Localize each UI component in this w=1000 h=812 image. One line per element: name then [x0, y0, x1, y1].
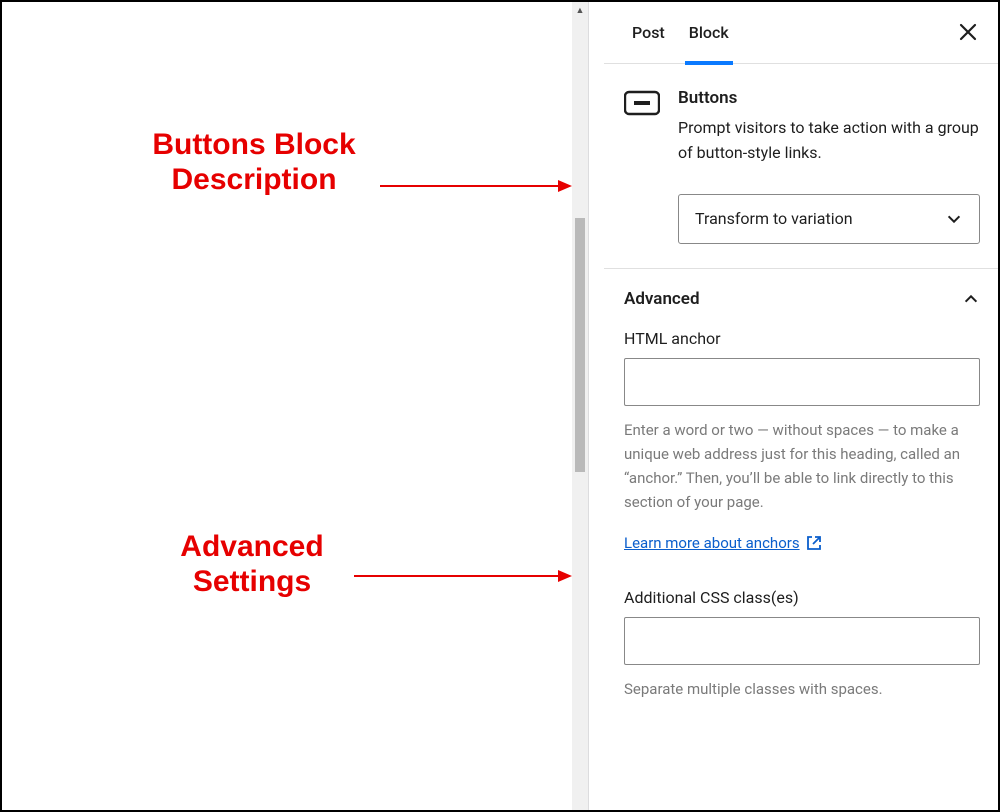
scrollbar-thumb[interactable] [575, 218, 585, 472]
block-card: Buttons Prompt visitors to take action w… [604, 64, 1000, 269]
close-sidebar-button[interactable] [956, 20, 980, 44]
css-classes-input[interactable] [624, 617, 980, 665]
chevron-down-icon [945, 210, 963, 228]
app-frame: ▲ Post Block Buttons Prompt visitors to … [0, 0, 1000, 812]
advanced-heading: Advanced [624, 289, 700, 309]
chevron-up-icon [962, 290, 980, 308]
scroll-up-arrow-icon[interactable]: ▲ [572, 2, 588, 18]
html-anchor-label: HTML anchor [624, 329, 980, 348]
block-title: Buttons [678, 88, 980, 108]
block-description: Prompt visitors to take action with a gr… [678, 116, 980, 166]
html-anchor-input[interactable] [624, 358, 980, 406]
learn-more-anchors-text: Learn more about anchors [624, 534, 800, 552]
tab-post[interactable]: Post [620, 2, 677, 64]
editor-canvas [2, 2, 572, 810]
css-classes-help: Separate multiple classes with spaces. [624, 677, 980, 701]
learn-more-anchors-link[interactable]: Learn more about anchors [624, 534, 822, 552]
block-card-header: Buttons Prompt visitors to take action w… [624, 88, 980, 166]
transform-variation-label: Transform to variation [695, 209, 853, 228]
css-classes-field: Additional CSS class(es) Separate multip… [624, 588, 980, 701]
css-classes-label: Additional CSS class(es) [624, 588, 980, 607]
advanced-panel: Advanced HTML anchor Enter a word or two… [604, 269, 1000, 721]
buttons-block-icon [624, 90, 660, 116]
vertical-scrollbar[interactable]: ▲ [572, 2, 588, 810]
html-anchor-help: Enter a word or two — without spaces — t… [624, 418, 980, 514]
sidebar-tabs: Post Block [604, 2, 1000, 64]
advanced-panel-body: HTML anchor Enter a word or two — withou… [604, 329, 1000, 721]
tab-block[interactable]: Block [677, 2, 741, 64]
close-icon [958, 22, 978, 42]
sidebar-divider [588, 2, 604, 810]
advanced-panel-toggle[interactable]: Advanced [604, 269, 1000, 329]
block-card-text: Buttons Prompt visitors to take action w… [678, 88, 980, 166]
settings-sidebar: Post Block Buttons Prompt visitors to ta… [604, 2, 1000, 810]
external-link-icon [806, 535, 822, 551]
transform-variation-select[interactable]: Transform to variation [678, 194, 980, 244]
